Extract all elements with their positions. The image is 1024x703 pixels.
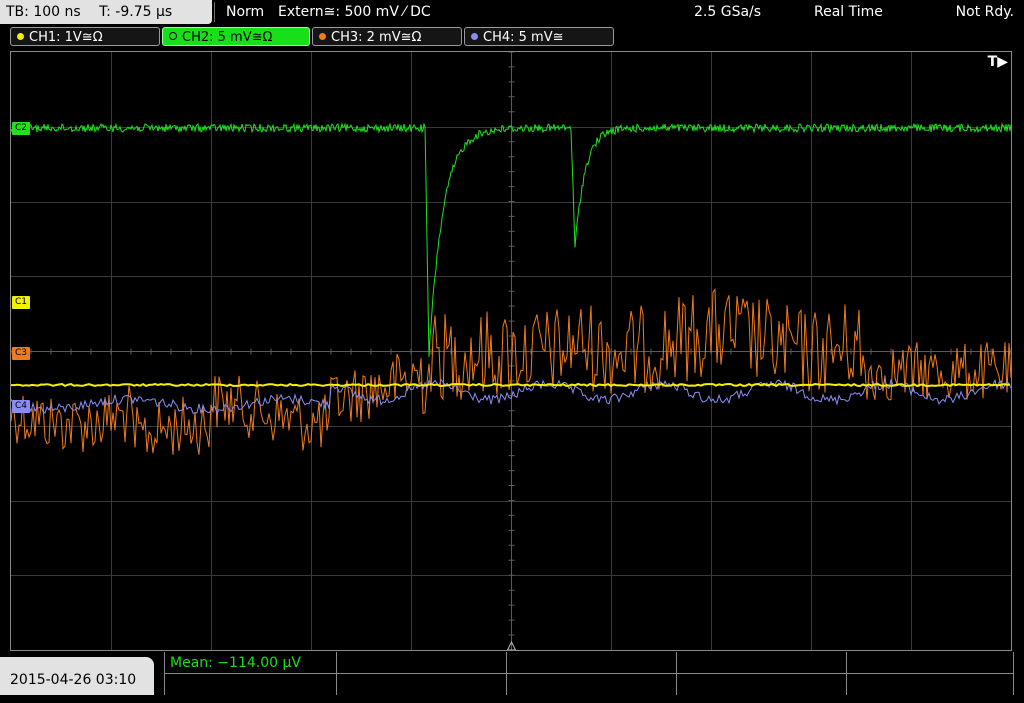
channel-2-dot-icon <box>169 32 177 40</box>
channel-3-tab[interactable]: CH3: 2 mV≅Ω <box>312 27 462 46</box>
trigger-time-value: T: -9.75 µs <box>99 4 173 20</box>
channel-tab-row: CH1: 1V≅Ω CH2: 5 mV≅Ω CH3: 2 mV≅Ω CH4: 5… <box>0 25 1024 49</box>
channel-3-dot-icon <box>319 33 326 40</box>
sample-rate[interactable]: 2.5 GSa/s <box>694 0 761 24</box>
channel-3-label: CH3: 2 mV≅Ω <box>331 30 422 45</box>
timebase-panel[interactable]: TB: 100 ns T: -9.75 µs <box>0 0 212 24</box>
channel-4-dot-icon <box>471 33 478 40</box>
acquisition-mode[interactable]: Real Time <box>814 0 883 24</box>
measurement-cell[interactable] <box>677 652 847 695</box>
channel-4-offset-marker[interactable]: C4 <box>12 400 31 413</box>
channel-3-offset-marker[interactable]: C3 <box>12 347 31 360</box>
channel-4-label: CH4: 5 mV≅ <box>483 30 564 45</box>
channel-1-dot-icon <box>17 33 24 40</box>
divider <box>214 2 215 22</box>
channel-4-tab[interactable]: CH4: 5 mV≅ <box>464 27 614 46</box>
trigger-status: Not Rdy. <box>955 4 1014 20</box>
trigger-mode[interactable]: Norm <box>226 0 264 24</box>
timebase-value: TB: 100 ns <box>6 4 81 20</box>
channel-1-label: CH1: 1V≅Ω <box>29 30 103 45</box>
waveform-plot <box>11 52 1011 650</box>
measurement-cell[interactable] <box>337 652 507 695</box>
trigger-position-marker[interactable]: T▶ <box>988 54 1008 70</box>
mean-measurement-value: Mean: −114.00 µV <box>170 655 301 671</box>
date-time-display: 2015-04-26 03:10 <box>0 657 154 695</box>
channel-1-tab[interactable]: CH1: 1V≅Ω <box>10 27 160 46</box>
channel-1-offset-marker[interactable]: C1 <box>12 296 31 309</box>
channel-2-label: CH2: 5 mV≅Ω <box>182 30 273 45</box>
measurement-cell[interactable] <box>507 652 677 695</box>
trigger-source[interactable]: Extern≅: 500 mV ⁄ DC <box>278 0 431 24</box>
channel-2-offset-marker[interactable]: C2 <box>12 122 31 135</box>
top-status-bar: TB: 100 ns T: -9.75 µs Norm Extern≅: 500… <box>0 0 1024 24</box>
channel-2-tab[interactable]: CH2: 5 mV≅Ω <box>162 27 310 46</box>
channel-1-trace <box>11 382 1011 388</box>
